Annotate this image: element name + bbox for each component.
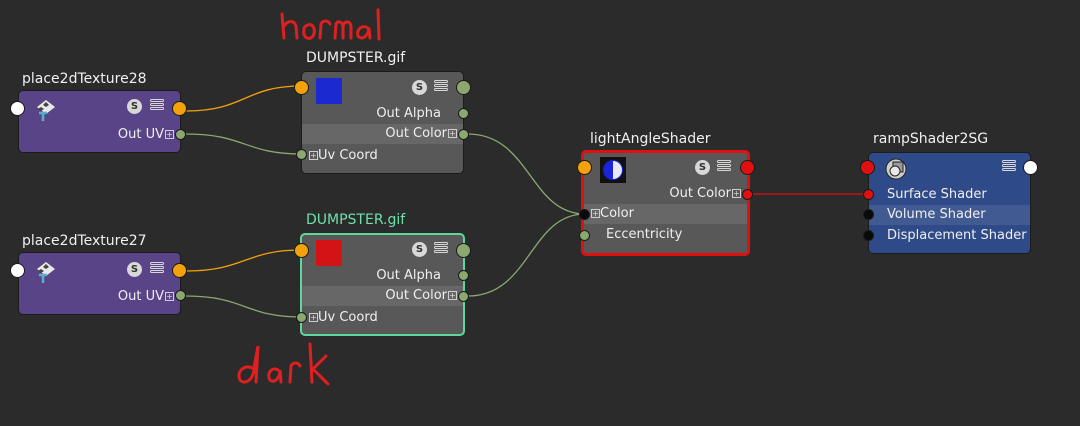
port-out-color-file-top[interactable] xyxy=(458,129,469,140)
attr-label-out-color: Out Color xyxy=(385,126,447,141)
port-output-place27[interactable] xyxy=(172,263,187,278)
wire-place28-coord[interactable] xyxy=(185,133,302,155)
menu-icon[interactable] xyxy=(434,80,448,94)
menu-icon[interactable] xyxy=(434,242,448,256)
port-output-ramp-sg[interactable] xyxy=(1023,160,1038,175)
place2d-texture-icon xyxy=(37,100,55,121)
port-output-file-bottom[interactable] xyxy=(456,243,471,258)
attr-label-out-alpha: Out Alpha xyxy=(376,268,441,283)
annotation-dark xyxy=(237,342,330,386)
port-displacement-shader[interactable] xyxy=(863,230,874,241)
port-surface-shader[interactable] xyxy=(863,189,874,200)
port-out-uv-place28[interactable] xyxy=(175,129,186,140)
port-output-light-angle[interactable] xyxy=(740,160,755,175)
port-color-light-angle[interactable] xyxy=(579,209,590,220)
wire-top-outcolor-color[interactable] xyxy=(467,133,586,215)
expand-icon[interactable]: + xyxy=(732,189,741,198)
attr-label-uv-coord: Uv Coord xyxy=(318,310,378,325)
port-input-ramp-sg[interactable] xyxy=(860,160,875,175)
texture-thumbnail-blue xyxy=(316,78,342,104)
attr-row-displacement-shader: Displacement Shader xyxy=(869,226,1030,246)
port-eccentricity-light-angle[interactable] xyxy=(579,230,590,241)
node-place2dtexture28[interactable]: S Out UV + xyxy=(18,90,181,153)
node-light-angle-shader[interactable]: S Out Color + +Color Eccentricity xyxy=(581,150,750,256)
attr-label-volume-shader: Volume Shader xyxy=(887,207,986,222)
attr-row-eccentricity: Eccentricity xyxy=(584,225,747,245)
attr-row-color: +Color xyxy=(584,204,747,224)
attr-label-out-uv: Out UV xyxy=(117,127,164,142)
port-uv-coord-file-top[interactable] xyxy=(296,149,307,160)
attr-label-color: Color xyxy=(600,206,634,221)
attr-row-surface-shader: Surface Shader xyxy=(869,185,1030,205)
node-title-place2dtexture28: place2dTexture28 xyxy=(22,71,147,87)
wire-place27-uv[interactable] xyxy=(185,249,302,272)
expand-icon[interactable]: + xyxy=(309,151,318,160)
port-output-file-top[interactable] xyxy=(456,80,471,95)
wire-place28-uv[interactable] xyxy=(185,85,302,112)
node-title-light-angle-shader: lightAngleShader xyxy=(590,131,711,147)
port-out-color-file-bottom[interactable] xyxy=(458,291,469,302)
attr-row-out-alpha: Out Alpha xyxy=(302,104,463,124)
attr-label-out-color: Out Color xyxy=(669,186,731,201)
menu-icon[interactable] xyxy=(150,99,164,113)
port-output-place28[interactable] xyxy=(172,101,187,116)
texture-thumbnail-red xyxy=(316,240,342,266)
port-uv-coord-file-bottom[interactable] xyxy=(296,312,307,323)
attr-label-out-color: Out Color xyxy=(385,288,447,303)
expand-icon[interactable]: + xyxy=(165,292,174,301)
s-icon[interactable]: S xyxy=(127,262,142,277)
port-out-color-light-angle[interactable] xyxy=(742,189,753,200)
expand-icon[interactable]: + xyxy=(448,129,457,138)
expand-icon[interactable]: + xyxy=(165,130,174,139)
node-title-place2dtexture27: place2dTexture27 xyxy=(22,233,147,249)
attr-row-out-color: Out Color + xyxy=(302,124,463,144)
expand-icon[interactable]: + xyxy=(448,291,457,300)
attr-label-surface-shader: Surface Shader xyxy=(887,187,987,202)
port-input-place28[interactable] xyxy=(10,101,25,116)
attr-label-displacement-shader: Displacement Shader xyxy=(887,228,1027,243)
menu-icon[interactable] xyxy=(150,262,164,276)
attr-label-out-uv: Out UV xyxy=(117,289,164,304)
s-icon[interactable]: S xyxy=(127,99,142,114)
attr-row-out-uv: Out UV + xyxy=(19,287,180,307)
attr-label-uv-coord: Uv Coord xyxy=(318,148,378,163)
menu-icon[interactable] xyxy=(717,160,731,174)
expand-icon[interactable]: + xyxy=(309,313,318,322)
port-input-file-bottom[interactable] xyxy=(294,243,309,258)
attr-row-uv-coord: +Uv Coord xyxy=(302,308,463,328)
node-title-ramp-shader-sg: rampShader2SG xyxy=(873,131,989,147)
attr-label-out-alpha: Out Alpha xyxy=(376,106,441,121)
node-file-top[interactable]: S Out Alpha Out Color + +Uv Coord xyxy=(301,71,464,174)
port-input-light-angle[interactable] xyxy=(577,160,592,175)
s-icon[interactable]: S xyxy=(412,242,427,257)
node-title-file-top: DUMPSTER.gif xyxy=(306,50,406,66)
port-out-alpha-file-top[interactable] xyxy=(458,108,469,119)
port-volume-shader[interactable] xyxy=(863,209,874,220)
shading-group-icon xyxy=(885,158,907,180)
attr-row-out-uv: Out UV + xyxy=(19,125,180,145)
attr-label-eccentricity: Eccentricity xyxy=(606,227,683,242)
attr-row-volume-shader: Volume Shader xyxy=(869,205,1030,225)
attr-row-out-color: Out Color + xyxy=(584,184,747,204)
attr-row-uv-coord: +Uv Coord xyxy=(302,146,463,166)
annotation-normal xyxy=(280,8,381,41)
port-input-file-top[interactable] xyxy=(294,80,309,95)
attr-row-out-alpha: Out Alpha xyxy=(302,266,463,286)
port-input-place27[interactable] xyxy=(10,263,25,278)
shader-ball-icon xyxy=(600,157,626,183)
node-ramp-shader-sg[interactable]: Surface Shader Volume Shader Displacemen… xyxy=(868,152,1031,254)
node-file-bottom[interactable]: S Out Alpha Out Color + +Uv Coord xyxy=(300,233,465,336)
s-icon[interactable]: S xyxy=(695,160,710,175)
place2d-texture-icon xyxy=(37,262,55,283)
attr-row-out-color: Out Color + xyxy=(302,286,463,306)
port-out-alpha-file-bottom[interactable] xyxy=(458,270,469,281)
expand-icon[interactable]: + xyxy=(591,209,600,218)
port-out-uv-place27[interactable] xyxy=(175,290,186,301)
node-title-file-bottom: DUMPSTER.gif xyxy=(306,212,406,228)
s-icon[interactable]: S xyxy=(412,80,427,95)
wire-bottom-outcolor-color[interactable] xyxy=(467,213,586,297)
wire-place27-coord[interactable] xyxy=(185,295,302,318)
node-place2dtexture27[interactable]: S Out UV + xyxy=(18,252,181,315)
menu-icon[interactable] xyxy=(1002,160,1016,174)
